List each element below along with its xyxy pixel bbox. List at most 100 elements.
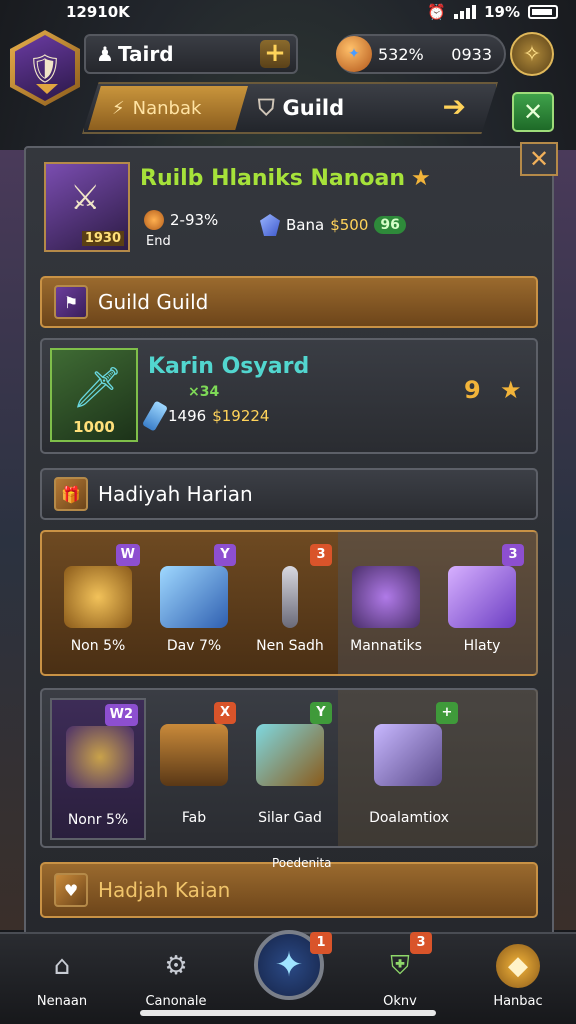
- sword-icon: 🗡: [72, 365, 123, 411]
- item-badge: W: [115, 544, 140, 566]
- wing-icon: ✧: [522, 41, 542, 67]
- item-badge: +: [436, 702, 458, 724]
- item-badge: Y: [310, 702, 332, 724]
- gold-ring-icon: [64, 566, 132, 628]
- bottom-section-header[interactable]: ♥ Hadjah Kaian Poedenita: [40, 856, 538, 918]
- heart-chest-icon: ♥: [54, 873, 88, 907]
- arrow-right-icon[interactable]: ➔: [443, 90, 466, 123]
- player-avatar[interactable]: 🛡: [10, 30, 80, 106]
- item-label: Silar Gad: [258, 810, 322, 826]
- dagger-icon: [282, 566, 298, 628]
- trident-staff-icon: [66, 726, 134, 788]
- home-indicator[interactable]: [140, 1010, 436, 1016]
- star-icon: ★: [411, 166, 431, 191]
- bracer-icon: [256, 724, 324, 786]
- magic-cauldron-icon: [352, 566, 420, 628]
- battery-icon: [528, 5, 558, 19]
- gold-medal-icon: ◆: [496, 944, 540, 988]
- gift-icon: 🎁: [54, 477, 88, 511]
- lightning-icon: ⚡: [112, 97, 125, 119]
- reward-row-2: W2 Nonr 5% X Fab Y Silar Gad + Doalamtio…: [40, 688, 538, 848]
- bottom-section-sub: Poedenita: [272, 856, 332, 870]
- nav-quests-badge: 3: [410, 932, 432, 954]
- stat2-pill: 96: [374, 216, 406, 234]
- guild-item-level: 1000: [73, 418, 115, 436]
- guild-section-title: Guild Guild: [98, 290, 209, 314]
- profile-stat-2: Bana $500 96: [260, 214, 406, 236]
- add-button[interactable]: +: [260, 40, 290, 68]
- item-label: Nonr 5%: [67, 812, 129, 828]
- item-label: Doalamtiox: [369, 810, 449, 826]
- nav-settings-label: Canonale: [145, 994, 207, 1009]
- crystal-axe-icon: [374, 724, 442, 786]
- guild-name: Karin Osyard: [148, 354, 310, 379]
- reward-item[interactable]: Y Silar Gad: [242, 698, 338, 840]
- home-icon: ⌂: [53, 951, 71, 981]
- guild-stat-a: 1496: [168, 407, 207, 425]
- item-label: Non 5%: [70, 638, 126, 654]
- reward-item[interactable]: Y Dav 7%: [146, 540, 242, 668]
- coin-icon: ✦: [336, 36, 372, 72]
- stat1-sub-label: End: [146, 234, 171, 249]
- top-header: 🛡 ♟ Taird + ✦ 532% 0933 ✧: [0, 26, 576, 106]
- player-name-plate[interactable]: ♟ Taird +: [84, 34, 298, 74]
- currency-b-value: 0933: [451, 44, 492, 64]
- daily-reward-header[interactable]: 🎁 Hadiyah Harian: [40, 468, 538, 520]
- reward-item[interactable]: 3 Nen Sadh: [242, 540, 338, 668]
- reward-item[interactable]: X Fab: [146, 698, 242, 840]
- battery-percent: 19%: [484, 3, 520, 21]
- profile-portrait[interactable]: ⚔ 1930: [44, 162, 130, 252]
- reward-item[interactable]: 3 Hlaty: [434, 540, 530, 668]
- alarm-icon: ⏰: [427, 3, 447, 21]
- guild-sub: ×34: [188, 384, 220, 400]
- purple-crystal-icon: [448, 566, 516, 628]
- tab-nanbak[interactable]: ⚡ Nanbak: [88, 86, 248, 130]
- green-action-button[interactable]: ✕: [512, 92, 554, 132]
- profile-level-badge: 1930: [81, 231, 124, 246]
- nav-home[interactable]: ⌂ Nenaan: [14, 944, 110, 1014]
- item-badge: 3: [310, 544, 332, 566]
- profile-title: Ruilb Hlaniks Nanoan ★: [140, 166, 431, 191]
- nav-rewards[interactable]: ◆ Hanbac: [470, 944, 566, 1014]
- player-icon: ♟: [96, 42, 114, 66]
- item-label: Hlaty: [463, 638, 501, 654]
- item-badge: X: [214, 702, 236, 724]
- guild-profile-card: ⚔ 1930 Ruilb Hlaniks Nanoan ★ 2-93% End B…: [34, 152, 550, 264]
- currency-a-value: 532%: [378, 44, 424, 64]
- guild-section-header[interactable]: ⚑ Guild Guild: [40, 276, 538, 328]
- stat1-value: 2-93%: [170, 211, 219, 229]
- tab-guild[interactable]: ⛉ Guild: [258, 96, 344, 121]
- guild-stat-b: $19224: [212, 407, 270, 425]
- tab-nanbak-label: Nanbak: [132, 97, 202, 119]
- stat2-gold: $500: [330, 216, 369, 234]
- tab-bar: ⚡ Nanbak ⛉ Guild ➔: [82, 82, 498, 134]
- knight-portrait-icon: ⚔: [70, 178, 101, 218]
- item-badge: 3: [502, 544, 524, 566]
- currency-bar[interactable]: ✦ 532% 0933: [336, 34, 506, 74]
- chevron-down-icon[interactable]: [36, 84, 58, 94]
- reward-item[interactable]: W2 Nonr 5%: [50, 698, 146, 840]
- nav-quests-label: Oknv: [383, 994, 417, 1009]
- crystal-gauntlet-icon: [160, 566, 228, 628]
- item-badge: W2: [104, 704, 138, 726]
- reward-item[interactable]: W Non 5%: [50, 540, 146, 668]
- bottom-section-title: Hadjah Kaian: [98, 878, 231, 902]
- item-label: Fab: [181, 810, 207, 826]
- vial-icon: [141, 400, 169, 432]
- guild-banner-icon: ⚑: [54, 285, 88, 319]
- nav-battle-badge: 1: [310, 932, 332, 954]
- nav-settings[interactable]: ⚙ Canonale: [128, 944, 224, 1014]
- nav-quests[interactable]: ⛨ Oknv: [352, 944, 448, 1014]
- reward-item[interactable]: Mannatiks: [338, 540, 434, 668]
- item-label: Nen Sadh: [256, 638, 324, 654]
- reward-item[interactable]: + Doalamtiox: [354, 698, 464, 840]
- nav-home-label: Nenaan: [36, 994, 88, 1009]
- guild-card[interactable]: 🗡 1000 Karin Osyard ×34 1496 $19224 9 ★: [40, 338, 538, 454]
- orange-gem-icon: [144, 210, 164, 230]
- emblem-button[interactable]: ✧: [510, 32, 554, 76]
- shield-icon: ⛉: [258, 95, 275, 121]
- guild-count: 9: [464, 376, 481, 404]
- nav-rewards-label: Hanbac: [493, 994, 543, 1009]
- status-time: 12910K: [66, 3, 130, 21]
- star-icon: ★: [500, 376, 522, 404]
